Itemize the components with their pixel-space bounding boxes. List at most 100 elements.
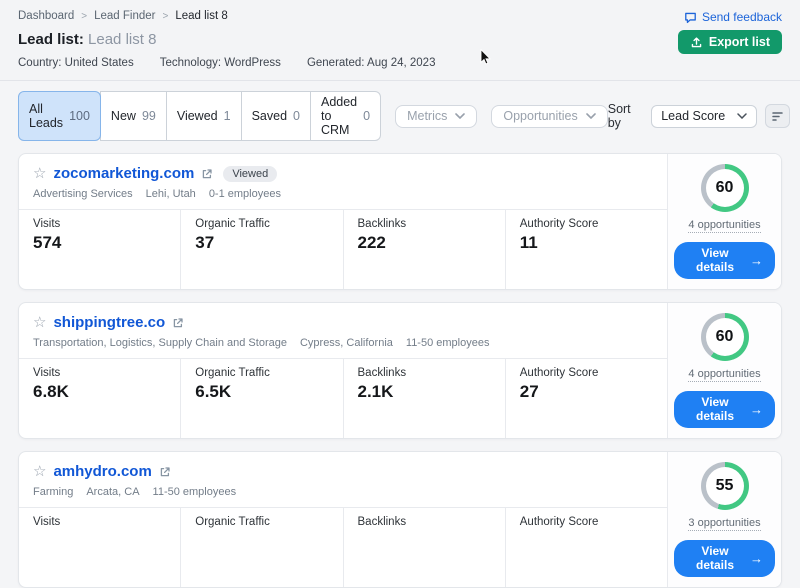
metric-organic-traffic: Organic Traffic6.5K — [180, 359, 342, 438]
metric-visits: Visits — [19, 508, 180, 587]
sort-select-value: Lead Score — [661, 109, 725, 123]
arrow-right-icon: → — [750, 253, 763, 268]
metric-value: 574 — [33, 233, 166, 253]
lead-meta-item: Advertising Services — [33, 188, 133, 200]
sort-area: Sort by Lead Score — [608, 102, 790, 130]
lead-meta-item: Lehi, Utah — [146, 188, 196, 200]
opportunities-link[interactable]: 3 opportunities — [688, 517, 760, 531]
metric-authority-score: Authority Score — [505, 508, 667, 587]
lead-score-value: 60 — [706, 169, 744, 207]
lead-title-line: ☆ amhydro.com — [33, 463, 653, 480]
lead-domain-link[interactable]: zocomarketing.com — [53, 165, 194, 182]
metric-label: Backlinks — [358, 367, 491, 379]
lead-score-ring: 60 — [701, 313, 749, 361]
lead-domain-link[interactable]: amhydro.com — [53, 463, 151, 480]
tab-count: 100 — [69, 109, 90, 123]
opportunities-dropdown-button[interactable]: Opportunities — [491, 105, 607, 128]
external-link-icon — [201, 168, 213, 180]
star-icon[interactable]: ☆ — [33, 464, 46, 479]
star-icon[interactable]: ☆ — [33, 315, 46, 330]
lead-card: ☆ shippingtree.co Transportation, Logistic… — [18, 302, 782, 439]
breadcrumb-item[interactable]: Lead Finder — [94, 10, 155, 22]
lead-card: ☆zocomarketing.comViewedAdvertising Serv… — [18, 153, 782, 290]
lead-meta-item: 11-50 employees — [406, 337, 490, 349]
tab-count: 0 — [363, 109, 370, 123]
lead-score-ring: 60 — [701, 164, 749, 212]
list-meta-item: Generated: Aug 24, 2023 — [307, 57, 436, 69]
tab-added-to-crm[interactable]: Added to CRM 0 — [310, 91, 381, 141]
metrics-dropdown-button[interactable]: Metrics — [395, 105, 477, 128]
metric-value: 6.5K — [195, 382, 328, 402]
view-details-button[interactable]: View details → — [674, 391, 775, 428]
lead-score-panel: 60 4 opportunities View details → — [667, 154, 781, 289]
list-meta-item: Technology: WordPress — [160, 57, 281, 69]
tab-label: New — [111, 109, 136, 123]
lead-domain-link[interactable]: shippingtree.co — [53, 314, 165, 331]
opportunities-link[interactable]: 4 opportunities — [688, 219, 760, 233]
filter-dropdowns: Metrics Opportunities — [381, 105, 608, 128]
open-site-link[interactable] — [201, 168, 213, 180]
open-site-link[interactable] — [159, 466, 171, 478]
tab-new[interactable]: New99 — [100, 91, 167, 141]
metric-value — [358, 531, 491, 551]
breadcrumb-item[interactable]: Dashboard — [18, 10, 74, 22]
sort-by-label: Sort by — [608, 102, 644, 130]
lead-card-header: ☆ shippingtree.co Transportation, Logistic… — [19, 303, 667, 358]
lead-title-line: ☆zocomarketing.comViewed — [33, 165, 653, 182]
metric-backlinks: Backlinks222 — [343, 210, 505, 289]
lead-score-panel: 60 4 opportunities View details → — [667, 303, 781, 438]
sort-order-button[interactable] — [765, 104, 789, 128]
export-list-label: Export list — [709, 35, 770, 49]
metric-value — [520, 531, 653, 551]
tab-viewed[interactable]: Viewed 1 — [166, 91, 242, 141]
breadcrumb-separator-icon: > — [81, 11, 87, 22]
lead-metrics-row: Visits 574 Organic Traffic37Backlinks222 Au… — [19, 209, 667, 289]
view-details-button[interactable]: View details→ — [674, 540, 775, 577]
lead-metrics-row: Visits6.8KOrganic Traffic6.5KBacklinks2.… — [19, 358, 667, 438]
open-site-link[interactable] — [172, 317, 184, 329]
tab-label: Saved — [252, 109, 287, 123]
upload-icon — [690, 36, 703, 49]
metric-backlinks: Backlinks — [343, 508, 505, 587]
page-title: Lead list: Lead list 8 — [18, 31, 782, 48]
tab-label: Viewed — [177, 109, 218, 123]
chevron-down-icon — [455, 113, 465, 119]
metric-visits: Visits6.8K — [19, 359, 180, 438]
lead-score-value: 55 — [706, 467, 744, 505]
view-details-label: View details — [686, 246, 744, 274]
lead-meta-item: 11-50 employees — [153, 486, 237, 498]
arrow-right-icon: → — [750, 402, 763, 417]
lead-card-main: ☆ shippingtree.co Transportation, Logistic… — [19, 303, 667, 438]
view-details-button[interactable]: View details → — [674, 242, 775, 279]
lead-meta: Advertising Services Lehi, Utah 0-1 employ… — [33, 188, 653, 200]
tab-all-leads[interactable]: All Leads100 — [18, 91, 101, 141]
lead-card-header: ☆zocomarketing.comViewedAdvertising Serv… — [19, 154, 667, 209]
lead-meta-item: Transportation, Logistics, Supply Chain … — [33, 337, 287, 349]
metric-organic-traffic: Organic Traffic — [180, 508, 342, 587]
lead-title-line: ☆ shippingtree.co — [33, 314, 653, 331]
metric-authority-score: Authority Score27 — [505, 359, 667, 438]
send-feedback-link[interactable]: Send feedback — [684, 10, 782, 24]
tab-count: 1 — [224, 109, 231, 123]
sort-select[interactable]: Lead Score — [651, 105, 757, 128]
metric-label: Visits — [33, 218, 166, 230]
metric-label: Authority Score — [520, 218, 653, 230]
lead-card-main: ☆amhydro.comFarmingArcata, CA11-50 emplo… — [19, 452, 667, 587]
feedback-bubble-icon — [684, 11, 697, 24]
metric-label: Organic Traffic — [195, 218, 328, 230]
metric-value: 27 — [520, 382, 653, 402]
metric-label: Authority Score — [520, 516, 653, 528]
export-list-button[interactable]: Export list — [678, 30, 782, 54]
tab-saved[interactable]: Saved0 — [241, 91, 311, 141]
metric-organic-traffic: Organic Traffic37 — [180, 210, 342, 289]
view-details-label: View details — [686, 544, 744, 572]
breadcrumb-separator-icon: > — [162, 11, 168, 22]
metric-value: 6.8K — [33, 382, 166, 402]
star-icon[interactable]: ☆ — [33, 166, 46, 181]
tab-label: Added to CRM — [321, 95, 357, 137]
breadcrumb-item[interactable]: Lead list 8 — [175, 10, 227, 22]
view-details-label: View details — [686, 395, 744, 423]
opportunities-link[interactable]: 4 opportunities — [688, 368, 760, 382]
send-feedback-label: Send feedback — [702, 10, 782, 24]
lead-meta-item: 0-1 employees — [209, 188, 281, 200]
